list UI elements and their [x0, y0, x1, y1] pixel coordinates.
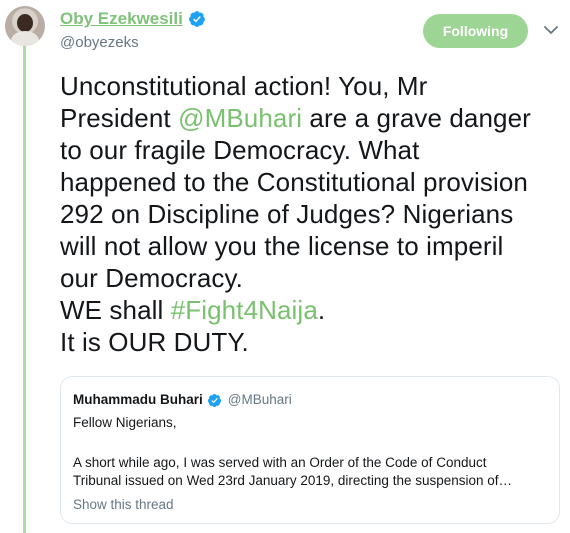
tweet-line: President — [60, 103, 179, 133]
tweet-line: WE shall — [60, 295, 171, 325]
mention-link[interactable]: @MBuhari — [178, 103, 302, 133]
verified-badge-icon — [188, 11, 205, 27]
tweet-line: happened to the Constitutional provision — [60, 167, 528, 197]
following-button[interactable]: Following — [423, 14, 528, 48]
quoted-author-name: Muhammadu Buhari — [73, 392, 203, 407]
tweet-line: It is OUR DUTY. — [60, 327, 249, 357]
tweet-line: to our fragile Democracy. What — [60, 135, 420, 165]
avatar-face — [17, 14, 33, 32]
quoted-author-handle: @MBuhari — [227, 392, 292, 407]
quoted-tweet-text-line: A short while ago, I was served with an … — [73, 455, 487, 470]
avatar-body — [11, 31, 39, 46]
quoted-tweet-header: Muhammadu Buhari @MBuhari — [73, 391, 292, 409]
tweet-line: 292 on Discipline of Judges? Nigerians — [60, 199, 514, 229]
tweet-text: Unconstitutional action! You, Mr Preside… — [60, 70, 565, 358]
thread-connector-line — [23, 44, 26, 533]
avatar[interactable] — [5, 6, 45, 46]
hashtag-link[interactable]: #Fight4Naija — [171, 295, 318, 325]
author-name-row: Oby Ezekwesili — [60, 8, 206, 30]
quoted-tweet-text-line: Fellow Nigerians, — [73, 415, 177, 430]
tweet-line: our Democracy. — [60, 263, 243, 293]
verified-badge-icon — [207, 393, 221, 407]
tweet-line: will not allow you the license to imperi… — [60, 231, 504, 261]
tweet-line: are a grave danger — [302, 103, 531, 133]
author-display-name[interactable]: Oby Ezekwesili — [60, 8, 183, 30]
tweet-line: Unconstitutional action! You, Mr — [60, 71, 428, 101]
show-this-thread-link[interactable]: Show this thread — [73, 496, 174, 514]
chevron-down-icon[interactable] — [543, 24, 559, 36]
quoted-tweet-text-line: Tribunal issued on Wed 23rd January 2019… — [73, 473, 513, 488]
author-handle[interactable]: @obyezeks — [60, 34, 139, 52]
tweet-line: . — [317, 295, 326, 325]
quoted-tweet-card[interactable]: Muhammadu Buhari @MBuhari Fellow Nigeria… — [60, 376, 560, 524]
